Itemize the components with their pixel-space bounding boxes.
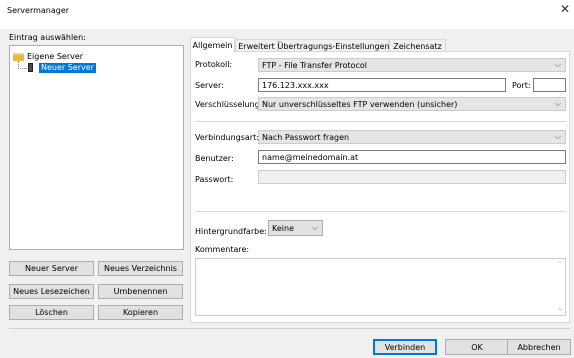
user-input[interactable]: name@meinedomain.at [258,150,566,164]
new-folder-button[interactable]: Neues Verzeichnis [98,261,183,276]
server-label: Server: [195,81,224,90]
encryption-value: Nur unverschlüsseltes FTP verwenden (uns… [262,99,458,109]
user-label: Benutzer: [195,154,234,163]
protocol-select[interactable]: FTP - File Transfer Protocol ⌵ [258,58,566,72]
tab-general[interactable]: Allgemein [190,37,235,52]
close-icon[interactable]: ✕ [558,2,572,16]
logon-type-select[interactable]: Nach Passwort fragen ⌵ [258,130,566,144]
comments-label: Kommentare: [195,245,250,254]
logon-type-label: Verbindungsart: [195,133,259,142]
encryption-select[interactable]: Nur unverschlüsseltes FTP verwenden (uns… [258,97,566,111]
chevron-down-icon: ⌵ [554,132,561,141]
new-bookmark-button[interactable]: Neues Lesezeichen [9,284,94,299]
encryption-label: Verschlüsselung: [195,100,263,109]
select-entry-label: Eintrag auswählen: [9,33,86,42]
connect-button[interactable]: Verbinden [373,339,437,355]
footer-divider [9,328,570,329]
delete-button[interactable]: Löschen [9,305,94,320]
logon-type-value: Nach Passwort fragen [262,132,350,142]
comments-textarea[interactable]: ^ v [195,258,566,316]
protocol-label: Protokoll: [195,60,233,69]
tree-connector-line [18,68,27,69]
server-tree[interactable]: Eigene Server Neuer Server [9,45,184,250]
tree-child-label: Neuer Server [39,62,96,73]
protocol-value: FTP - File Transfer Protocol [262,60,368,70]
scroll-down-icon[interactable]: v [558,306,562,313]
server-value: 176.123.xxx.xxx [262,80,329,90]
background-color-select[interactable]: Keine ⌵ [268,220,323,236]
port-input[interactable] [533,78,566,92]
tree-root-label: Eigene Server [27,52,84,61]
password-label: Passwort: [195,175,234,184]
chevron-down-icon: ⌵ [554,60,561,69]
tree-item-new-server[interactable]: Neuer Server [28,62,96,73]
divider [195,121,566,122]
user-value: name@meinedomain.at [262,152,359,162]
cancel-button[interactable]: Abbrechen [507,339,571,355]
server-icon [28,63,33,72]
background-color-label: Hintergrundfarbe: [195,227,267,236]
ok-button[interactable]: OK [445,339,509,355]
window-title: Servermanager [7,6,70,15]
divider [195,211,566,212]
password-input[interactable] [258,170,566,184]
copy-button[interactable]: Kopieren [98,305,183,320]
chevron-down-icon: ⌵ [311,223,318,232]
background-color-value: Keine [272,223,294,233]
tree-item-root[interactable]: Eigene Server [13,51,83,62]
folder-icon [13,52,24,61]
new-server-button[interactable]: Neuer Server [9,261,94,276]
rename-button[interactable]: Umbenennen [98,284,183,299]
server-input[interactable]: 176.123.xxx.xxx [258,78,506,92]
scroll-up-icon[interactable]: ^ [557,261,562,268]
port-label: Port: [512,81,531,90]
chevron-down-icon: ⌵ [554,99,561,108]
